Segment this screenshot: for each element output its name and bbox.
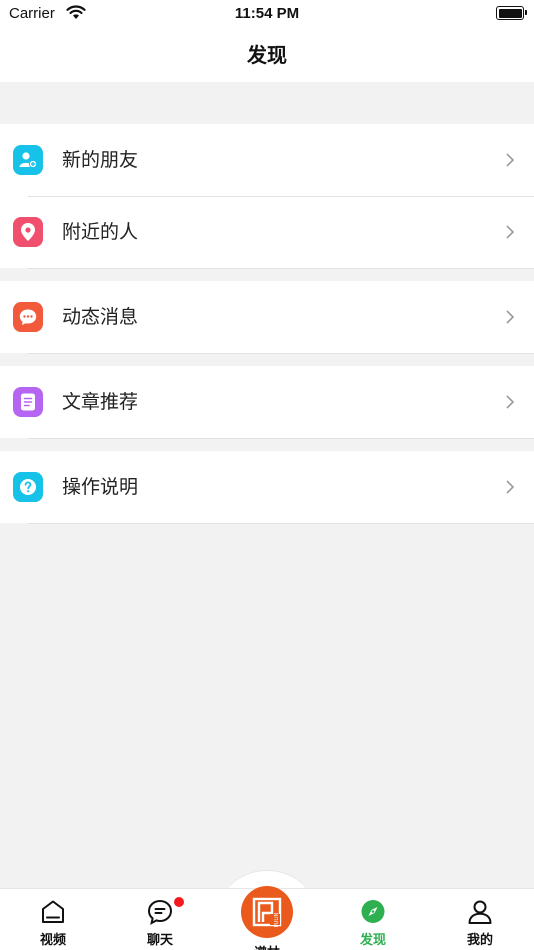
page-title: 发现 <box>247 43 287 67</box>
tab-chat[interactable]: 聊天 <box>120 897 200 948</box>
menu-item-label: 新的朋友 <box>62 149 139 171</box>
menu-item-moments[interactable]: 动态消息 <box>0 281 534 353</box>
pulin-logo-button[interactable]: PULIN <box>241 886 293 938</box>
location-pin-icon <box>13 217 43 247</box>
menu-group-articles: 文章推荐 <box>0 366 534 439</box>
compass-icon <box>361 900 385 923</box>
add-friend-icon <box>13 145 43 175</box>
person-icon <box>468 900 492 924</box>
tab-profile[interactable]: 我的 <box>440 898 520 948</box>
menu-item-label: 动态消息 <box>62 306 139 328</box>
chevron-right-icon <box>506 395 515 409</box>
tab-label: 视频 <box>39 933 66 948</box>
chevron-right-icon <box>506 310 515 324</box>
chevron-right-icon <box>506 480 515 494</box>
menu-item-instructions[interactable]: 操作说明 <box>0 451 534 523</box>
menu-item-new-friends[interactable]: 新的朋友 <box>0 124 534 196</box>
help-icon <box>13 472 43 502</box>
tab-label: 聊天 <box>146 933 173 948</box>
menu-item-label: 附近的人 <box>62 221 139 243</box>
menu-item-label: 操作说明 <box>62 476 139 498</box>
menu-item-nearby[interactable]: 附近的人 <box>0 196 534 268</box>
menu-item-label: 文章推荐 <box>62 391 139 413</box>
unread-badge <box>174 897 184 907</box>
tab-label: 发现 <box>359 933 386 948</box>
chat-icon <box>147 899 173 925</box>
tab-discover[interactable]: 发现 <box>333 898 413 948</box>
tab-video[interactable]: 视频 <box>13 898 93 948</box>
tab-label: 我的 <box>466 933 493 948</box>
svg-text:PULIN: PULIN <box>274 912 280 927</box>
document-icon <box>13 387 43 417</box>
home-icon <box>42 900 64 923</box>
battery-icon <box>496 6 527 20</box>
tab-label-pulin: 谱林 <box>241 942 293 950</box>
menu-item-articles[interactable]: 文章推荐 <box>0 366 534 438</box>
clock: 11:54 PM <box>234 5 300 22</box>
chat-bubble-icon <box>13 302 43 332</box>
menu-group-moments: 动态消息 <box>0 281 534 354</box>
menu-group-help: 操作说明 <box>0 451 534 524</box>
pulin-logo: PULIN <box>252 897 282 927</box>
chevron-right-icon <box>506 153 515 167</box>
status-bar: Carrier 11:54 PM <box>0 0 534 28</box>
navigation-bar: 发现 <box>0 28 534 82</box>
chevron-right-icon <box>506 225 515 239</box>
menu-group-friends: 新的朋友 附近的人 <box>0 124 534 269</box>
